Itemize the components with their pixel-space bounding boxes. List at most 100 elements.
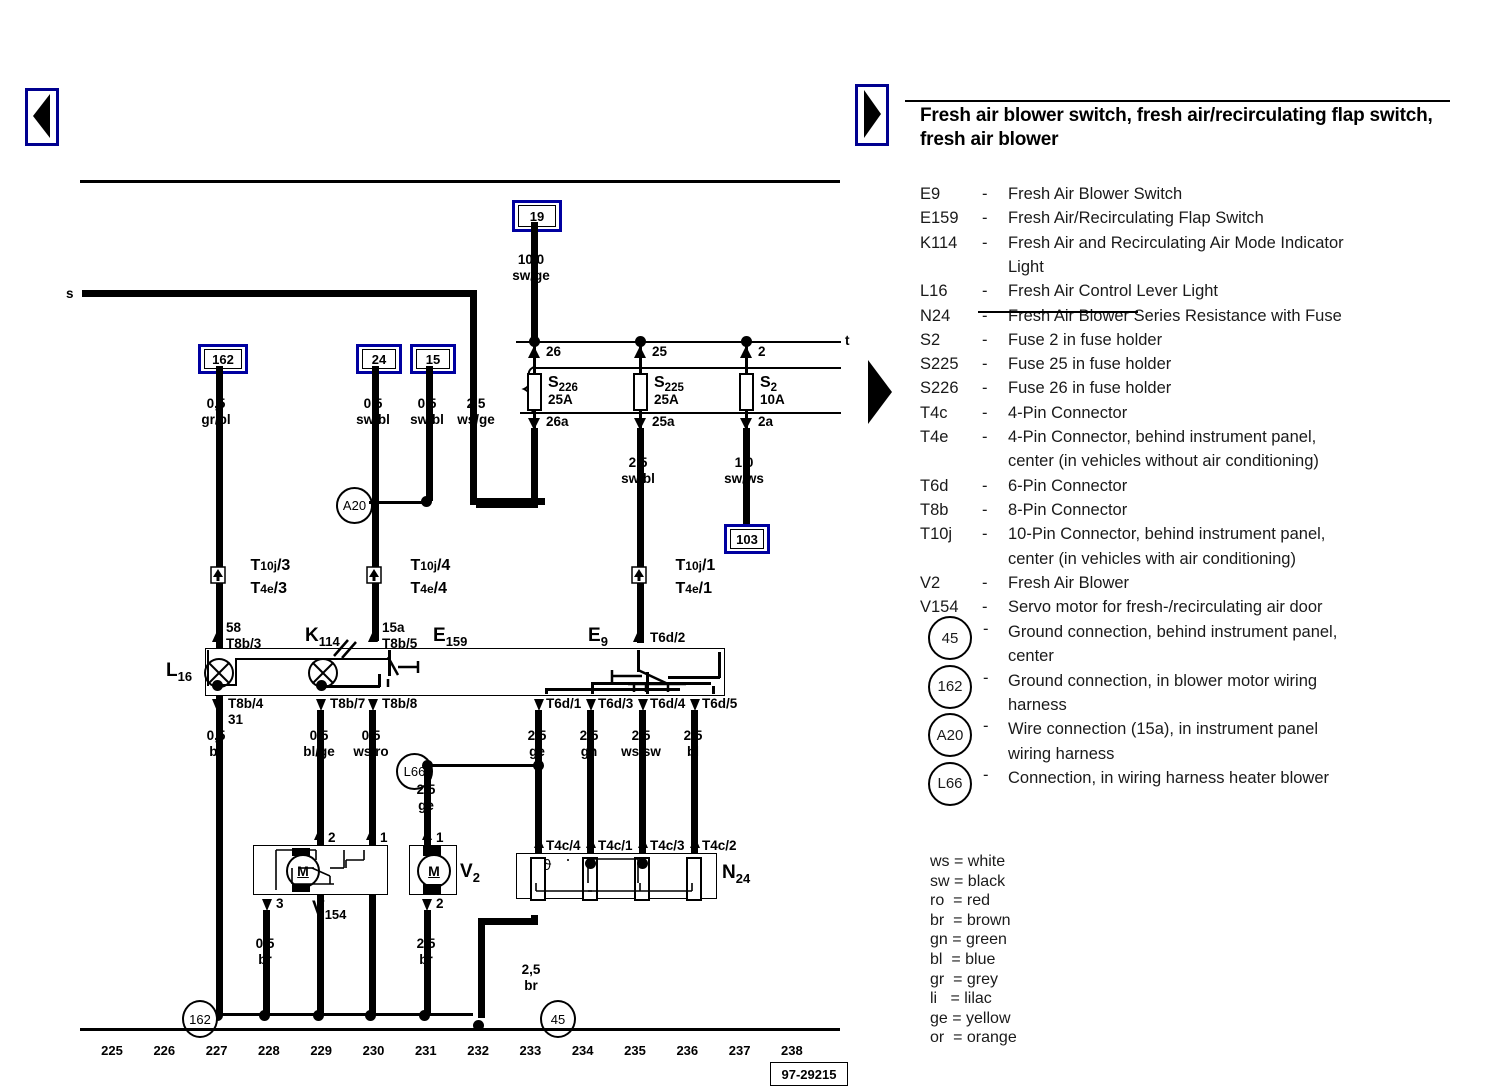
ground-45-label: 45 (551, 1012, 565, 1027)
pin-t4c-3: T4c/3 (650, 838, 685, 853)
legend-description: Fuse 26 in fuse holder (1008, 376, 1440, 400)
pin-t4e-1: T4e/1 (653, 566, 712, 612)
legend-dash: - (982, 182, 1008, 206)
fuse-226-element (527, 373, 542, 411)
page-connector-162[interactable]: 162 (198, 344, 248, 374)
legend-description: Fresh Air and Recirculating Air Mode Ind… (1008, 231, 1440, 255)
component-v2: V2 (460, 861, 480, 885)
wire-label-br2-color: br (231, 952, 299, 967)
arrow-up-t4c2-icon (687, 836, 703, 854)
k114-switch-stub (378, 674, 381, 687)
fuse-2-pin-top: 2 (758, 344, 766, 359)
legend-code: E9 (920, 182, 982, 206)
e9-route-t6d4-v (646, 672, 649, 694)
legend-description: Fresh Air Blower Switch (1008, 182, 1440, 206)
e9-route-right-rail (718, 652, 721, 678)
color-key-row-5: bl = blue (930, 950, 1017, 970)
legend-connection-l66: L66 (928, 762, 972, 806)
fuse-225-pin-top: 25 (652, 344, 667, 359)
n24-internal-icon (516, 853, 716, 899)
legend-description: 10-Pin Connector, behind instrument pane… (1008, 522, 1440, 546)
wire-sw-bl-2 (426, 366, 433, 501)
ground-162-label: 162 (189, 1012, 211, 1027)
e9-route-t6d3-v (591, 682, 594, 694)
junction-n24-1 (585, 858, 596, 869)
legend-connection-description-cont: harness (1008, 693, 1067, 717)
component-e9: E9 (588, 625, 608, 649)
legend-row-v2: V2-Fresh Air Blower (920, 571, 1440, 595)
legend-description-cont: center (in vehicles without air conditio… (1008, 449, 1319, 473)
legend-description: Fresh Air Blower (1008, 571, 1440, 595)
legend-row-t4c: T4c-4-Pin Connector (920, 401, 1440, 425)
wire-label-ge2-gauge: 2,5 (392, 782, 460, 797)
wire-label-wsge-gauge: 2,5 (442, 396, 510, 411)
legend-dash: - (982, 304, 1008, 328)
legend-connection-description: Ground connection, in blower motor wirin… (1008, 669, 1468, 693)
ground-45[interactable]: 45 (540, 1000, 576, 1038)
l16-bottom-link (216, 684, 237, 686)
legend-description: 8-Pin Connector (1008, 498, 1440, 522)
wire-label-swbl3-color: sw/bl (604, 471, 672, 486)
legend-dash: - (982, 206, 1008, 230)
sheet-code: 97-29215 (782, 1067, 837, 1082)
ruler-number-234: 234 (563, 1043, 603, 1058)
fuse-226-rating: 25A (548, 392, 573, 407)
legend-description: Fuse 25 in fuse holder (1008, 352, 1440, 376)
page-connector-24[interactable]: 24 (356, 344, 402, 374)
connector-arrow-t4e3-icon (210, 566, 226, 584)
fuse-225-pin-bottom: 25a (652, 414, 675, 429)
nav-next-button[interactable] (855, 84, 889, 146)
legend-connection-description: Connection, in wiring harness heater blo… (1008, 766, 1468, 790)
ground-162[interactable]: 162 (182, 1000, 218, 1038)
legend-connection-code: A20 (937, 727, 964, 744)
nav-prev-button[interactable] (25, 88, 59, 146)
legend-code: S226 (920, 376, 982, 400)
fuse-2-rating: 10A (760, 392, 785, 407)
legend-code: E159 (920, 206, 982, 230)
legend-code: S225 (920, 352, 982, 376)
wire-label-br3-color: br (392, 952, 460, 967)
fuse-225-element (633, 373, 648, 411)
legend-connection-a20: A20 (928, 713, 972, 757)
sheet-code-box: 97-29215 (770, 1062, 848, 1086)
motor-v2-top-lead (423, 846, 441, 856)
wire-label-br2-gauge: 0,5 (231, 936, 299, 951)
arrow-up-58-icon (209, 630, 225, 648)
wire-color-key: ws = whitesw = blackro = redbr = browngn… (930, 852, 1017, 1048)
pin-v154-2: 2 (328, 830, 336, 845)
ruler-number-225: 225 (92, 1043, 132, 1058)
wire-label-br4-color: br (497, 978, 565, 993)
wire-label-wsro-color: ws/ro (337, 744, 405, 759)
legend-connection-dash: - (983, 766, 989, 785)
legend-code: T4c (920, 401, 982, 425)
pin-58: 58 (226, 620, 241, 635)
wire-label-wsge-color: ws/ge (442, 412, 510, 427)
legend-description: 4-Pin Connector, behind instrument panel… (1008, 425, 1440, 449)
schematic-top-rule (80, 180, 840, 183)
splice-a20[interactable]: A20 (336, 487, 373, 524)
color-key-row-4: gn = green (930, 930, 1017, 950)
arrow-up-25-icon (632, 345, 650, 365)
component-l16: L16 (166, 660, 192, 684)
page-connector-103[interactable]: 103 (724, 524, 770, 554)
legend-dash: - (982, 474, 1008, 498)
bus-label-t: t (845, 333, 850, 348)
pin-t4c-1: T4c/1 (598, 838, 633, 853)
pin-t4e-3: T4e/3 (228, 566, 287, 612)
pin-t6d-1: T6d/1 (546, 696, 581, 711)
color-key-row-6: gr = grey (930, 970, 1017, 990)
color-key-row-9: or = orange (930, 1028, 1017, 1048)
legend-row-e9: E9-Fresh Air Blower Switch (920, 182, 1440, 206)
page-connector-103-label: 103 (730, 529, 764, 549)
color-key-row-3: br = brown (930, 911, 1017, 931)
legend-code: T10j (920, 522, 982, 546)
pin-t8b-8: T8b/8 (382, 696, 417, 711)
fuse-2-element (739, 373, 754, 411)
ruler-number-229: 229 (301, 1043, 341, 1058)
legend-dash: - (982, 328, 1008, 352)
legend-code: L16 (920, 279, 982, 303)
legend-description: Fresh Air/Recirculating Flap Switch (1008, 206, 1440, 230)
page-title: Fresh air blower switch, fresh air/recir… (920, 104, 1440, 152)
legend-dash: - (982, 352, 1008, 376)
page-connector-15[interactable]: 15 (410, 344, 456, 374)
